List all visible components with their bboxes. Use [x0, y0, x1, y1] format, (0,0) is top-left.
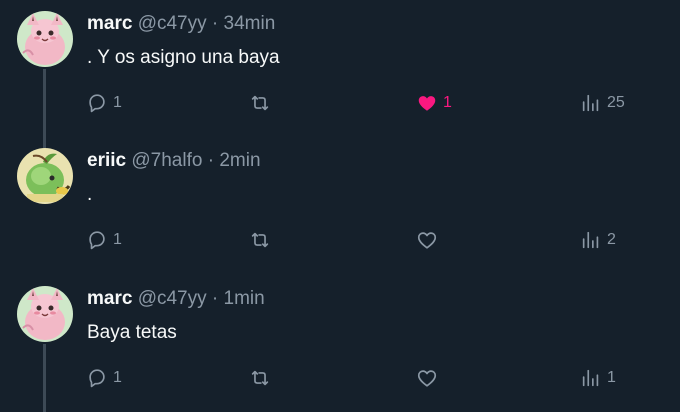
retweet-button[interactable] — [249, 227, 276, 253]
views-button[interactable]: 2 — [580, 227, 616, 253]
like-count: 1 — [443, 94, 452, 111]
user-avatar[interactable] — [17, 286, 73, 342]
tweet-actions: 1 1 — [0, 365, 680, 391]
reply-button[interactable]: 1 — [86, 365, 122, 391]
tweet-actions: 1 1 25 — [0, 90, 680, 116]
views-count: 1 — [607, 369, 616, 386]
reply-icon — [89, 369, 105, 388]
user-handle[interactable]: @7halfo — [131, 150, 202, 171]
like-button[interactable] — [416, 365, 443, 391]
views-count: 2 — [607, 231, 616, 248]
reply-icon — [89, 94, 105, 113]
reply-count: 1 — [113, 231, 122, 248]
clefairy-avatar-icon — [17, 11, 73, 67]
retweet-button[interactable] — [249, 365, 276, 391]
tweet-text: . Y os asigno una baya — [87, 47, 280, 68]
tweet-text: . — [87, 184, 93, 205]
tweet[interactable]: marc @c47yy · 1min Baya tetas 1 1 — [0, 286, 680, 412]
green-creature-avatar-icon — [17, 148, 73, 204]
like-button[interactable]: 1 — [416, 90, 452, 116]
heart-filled-icon — [418, 96, 436, 111]
retweet-icon — [251, 232, 269, 248]
views-count: 25 — [607, 94, 625, 111]
views-chart-icon — [582, 369, 599, 387]
retweet-button[interactable] — [249, 90, 276, 116]
display-name[interactable]: marc — [87, 288, 132, 309]
reply-count: 1 — [113, 94, 122, 111]
separator: · — [202, 150, 220, 171]
reply-button[interactable]: 1 — [86, 90, 122, 116]
retweet-icon — [251, 95, 269, 111]
user-avatar[interactable] — [17, 148, 73, 204]
clefairy-avatar-icon — [17, 286, 73, 342]
display-name[interactable]: marc — [87, 13, 132, 34]
reply-count: 1 — [113, 369, 122, 386]
separator: · — [206, 13, 224, 34]
tweet-header: eriic @7halfo · 2min — [87, 150, 261, 172]
heart-outline-icon — [417, 232, 437, 249]
user-handle[interactable]: @c47yy — [138, 13, 207, 34]
timestamp[interactable]: 1min — [224, 288, 265, 309]
user-avatar[interactable] — [17, 11, 73, 67]
reply-icon — [89, 231, 105, 250]
tweet-header: marc @c47yy · 1min — [87, 288, 265, 310]
timestamp[interactable]: 2min — [219, 150, 260, 171]
heart-outline-icon — [417, 370, 437, 387]
tweet[interactable]: marc @c47yy · 34min . Y os asigno una ba… — [0, 11, 680, 149]
tweet-actions: 1 2 — [0, 227, 680, 253]
separator: · — [206, 288, 224, 309]
views-chart-icon — [582, 94, 599, 112]
timestamp[interactable]: 34min — [224, 13, 276, 34]
tweet[interactable]: eriic @7halfo · 2min . 1 2 — [0, 148, 680, 270]
tweet-header: marc @c47yy · 34min — [87, 13, 275, 35]
retweet-icon — [251, 370, 269, 386]
conversation-thread: marc @c47yy · 34min . Y os asigno una ba… — [0, 0, 680, 412]
like-button[interactable] — [416, 227, 443, 253]
views-button[interactable]: 25 — [580, 90, 625, 116]
views-button[interactable]: 1 — [580, 365, 616, 391]
user-handle[interactable]: @c47yy — [138, 288, 207, 309]
tweet-text: Baya tetas — [87, 322, 177, 343]
display-name[interactable]: eriic — [87, 150, 126, 171]
reply-button[interactable]: 1 — [86, 227, 122, 253]
views-chart-icon — [582, 231, 599, 249]
